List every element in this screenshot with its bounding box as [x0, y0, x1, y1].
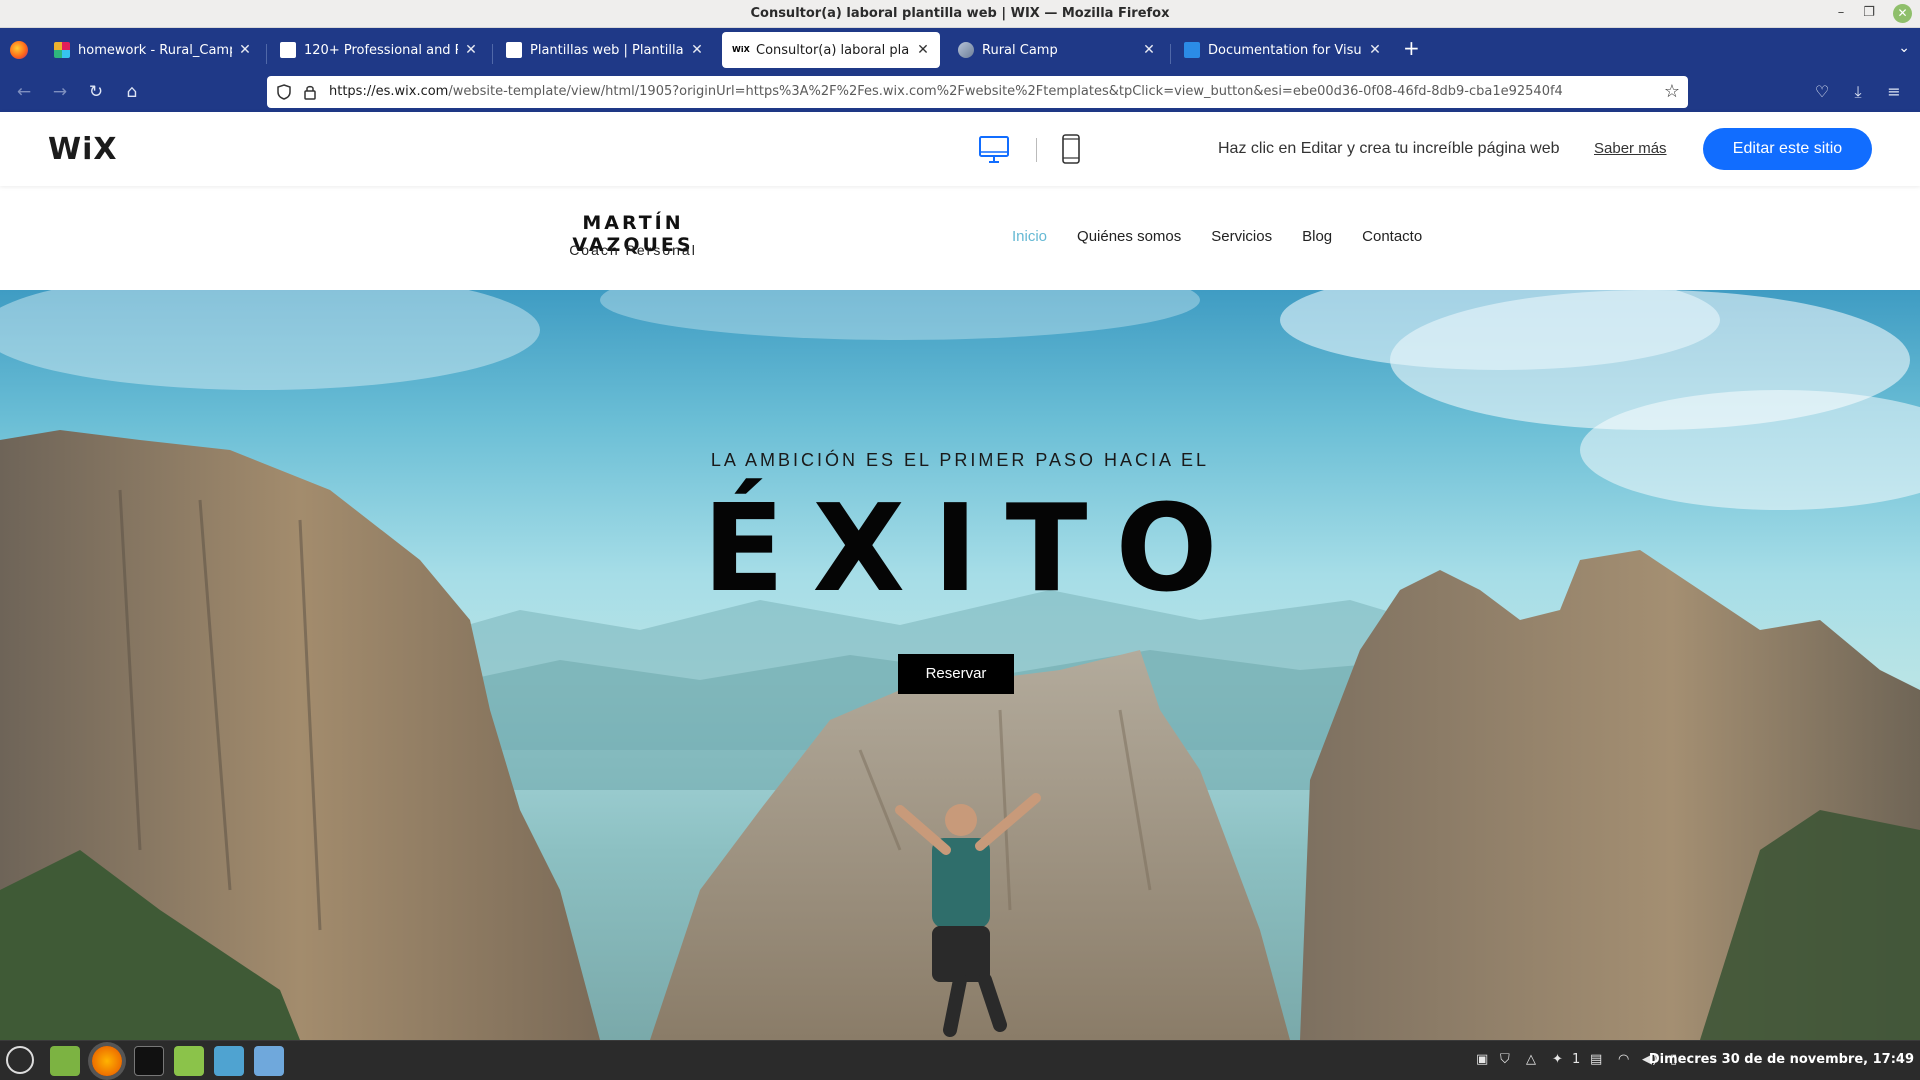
- tab-plantillas[interactable]: Plantillas web | Plantillas we ✕: [496, 32, 714, 68]
- nav-item-blog[interactable]: Blog: [1302, 228, 1332, 245]
- keyboard-icon[interactable]: ▤: [1590, 1052, 1602, 1067]
- site-header: MARTÍN VAZQUES Coach Personal Inicio Qui…: [0, 186, 1920, 290]
- mint-menu-icon[interactable]: [6, 1046, 34, 1074]
- menu-icon[interactable]: ≡: [1882, 80, 1906, 104]
- tab-close-icon[interactable]: ✕: [690, 42, 704, 58]
- downloads-icon[interactable]: ⤓: [1846, 80, 1870, 104]
- tab-professional[interactable]: 120+ Professional and Resp ✕: [270, 32, 488, 68]
- firefox-icon[interactable]: [10, 41, 28, 59]
- notifications-icon[interactable]: ✦: [1552, 1052, 1563, 1067]
- tab-label: 120+ Professional and Resp: [304, 42, 458, 58]
- tab-divider: [492, 44, 493, 64]
- tab-close-icon[interactable]: ✕: [464, 42, 478, 58]
- tab-close-icon[interactable]: ✕: [1368, 42, 1382, 58]
- terminal-icon[interactable]: [134, 1046, 164, 1076]
- tab-label: Documentation for Visual S: [1208, 42, 1362, 58]
- files-icon[interactable]: [174, 1046, 204, 1076]
- wifi-icon[interactable]: ◠: [1618, 1052, 1629, 1067]
- tab-label: Consultor(a) laboral plantilla: [756, 42, 910, 58]
- notification-count: 1: [1572, 1052, 1581, 1067]
- list-tabs-icon[interactable]: ⌄: [1898, 40, 1910, 56]
- slack-icon: [54, 42, 70, 58]
- tab-close-icon[interactable]: ✕: [238, 42, 252, 58]
- tab-close-icon[interactable]: ✕: [916, 42, 930, 58]
- vscode-icon: [1184, 42, 1200, 58]
- url-path: /website-template/view/html/1905?originU…: [448, 84, 1563, 99]
- wix-icon: WiX: [732, 42, 750, 58]
- minimize-icon[interactable]: –: [1832, 5, 1850, 20]
- home-icon[interactable]: ⌂: [120, 80, 144, 104]
- new-tab-icon[interactable]: +: [1403, 36, 1420, 60]
- desktop-view-icon[interactable]: [979, 136, 1009, 164]
- restore-icon[interactable]: ❐: [1860, 5, 1878, 20]
- nav-item-contacto[interactable]: Contacto: [1362, 228, 1422, 245]
- clipboard-icon[interactable]: ▣: [1476, 1052, 1488, 1067]
- shield-tray-icon[interactable]: ⛉: [1500, 1052, 1510, 1067]
- show-desktop-icon[interactable]: [50, 1046, 80, 1076]
- navigation-bar: ← → ↻ ⌂ https://es.wix.com/website-templ…: [0, 72, 1920, 112]
- site-icon: [958, 42, 974, 58]
- clock[interactable]: Dimecres 30 de de novembre, 17:49: [1649, 1052, 1914, 1067]
- tab-homework[interactable]: homework - Rural_Camp_P ✕: [44, 32, 262, 68]
- mobile-view-icon[interactable]: [1061, 134, 1081, 164]
- hero-section: LA AMBICIÓN ES EL PRIMER PASO HACIA EL É…: [0, 290, 1920, 1040]
- tab-consultor[interactable]: WiX Consultor(a) laboral plantilla ✕: [722, 32, 940, 68]
- learn-more-link[interactable]: Saber más: [1594, 140, 1667, 157]
- back-icon[interactable]: ←: [12, 80, 36, 104]
- tab-label: homework - Rural_Camp_P: [78, 42, 232, 58]
- hero-kicker: LA AMBICIÓN ES EL PRIMER PASO HACIA EL: [710, 450, 1210, 470]
- software-updater-icon[interactable]: [214, 1046, 244, 1076]
- site-icon: [280, 42, 296, 58]
- tab-vscode-docs[interactable]: Documentation for Visual S ✕: [1174, 32, 1392, 68]
- wix-logo[interactable]: WiX: [48, 132, 118, 167]
- window-titlebar: Consultor(a) laboral plantilla web | WIX…: [0, 0, 1920, 28]
- tab-strip: homework - Rural_Camp_P ✕ 120+ Professio…: [0, 28, 1920, 72]
- lock-icon[interactable]: [303, 84, 317, 100]
- update-icon[interactable]: △: [1526, 1052, 1536, 1067]
- tab-divider: [1170, 44, 1171, 64]
- nav-item-servicios[interactable]: Servicios: [1211, 228, 1272, 245]
- wix-cta-text: Haz clic en Editar y crea tu increíble p…: [1218, 140, 1560, 157]
- url-text[interactable]: https://es.wix.com/website-template/view…: [329, 84, 1563, 99]
- hero-title: ÉXITO: [702, 480, 1246, 619]
- reservar-button[interactable]: Reservar: [898, 654, 1014, 694]
- os-taskbar: ▣ ⛉ △ ✦ 1 ▤ ◠ ◀) ▯ Dimecres 30 de de nov…: [0, 1040, 1920, 1080]
- url-bar[interactable]: https://es.wix.com/website-template/view…: [267, 76, 1688, 108]
- tab-divider: [266, 44, 267, 64]
- shield-icon[interactable]: [277, 84, 291, 100]
- mail-icon[interactable]: [254, 1046, 284, 1076]
- firefox-taskbar-icon[interactable]: [92, 1046, 122, 1076]
- wix-icon: [506, 42, 522, 58]
- edit-site-button[interactable]: Editar este sitio: [1703, 128, 1872, 170]
- close-window-icon[interactable]: ✕: [1893, 4, 1912, 23]
- forward-icon[interactable]: →: [48, 80, 72, 104]
- window-title: Consultor(a) laboral plantilla web | WIX…: [750, 6, 1170, 21]
- device-divider: [1036, 138, 1037, 162]
- site-nav: Inicio Quiénes somos Servicios Blog Cont…: [1012, 228, 1422, 245]
- nav-item-quienes-somos[interactable]: Quiénes somos: [1077, 228, 1181, 245]
- tab-rural-camp[interactable]: Rural Camp ✕: [948, 32, 1166, 68]
- bookmark-star-icon[interactable]: ☆: [1664, 81, 1680, 102]
- url-host: https://es.wix.com: [329, 84, 449, 99]
- tab-label: Plantillas web | Plantillas we: [530, 42, 684, 58]
- pocket-icon[interactable]: ♡: [1810, 80, 1834, 104]
- nav-item-inicio[interactable]: Inicio: [1012, 228, 1047, 245]
- wix-preview-header: WiX Haz clic en Editar y crea tu increíb…: [0, 112, 1920, 186]
- tab-close-icon[interactable]: ✕: [1142, 42, 1156, 58]
- reload-icon[interactable]: ↻: [84, 80, 108, 104]
- tab-label: Rural Camp: [982, 42, 1058, 58]
- brand-subtitle: Coach Personal: [569, 242, 697, 258]
